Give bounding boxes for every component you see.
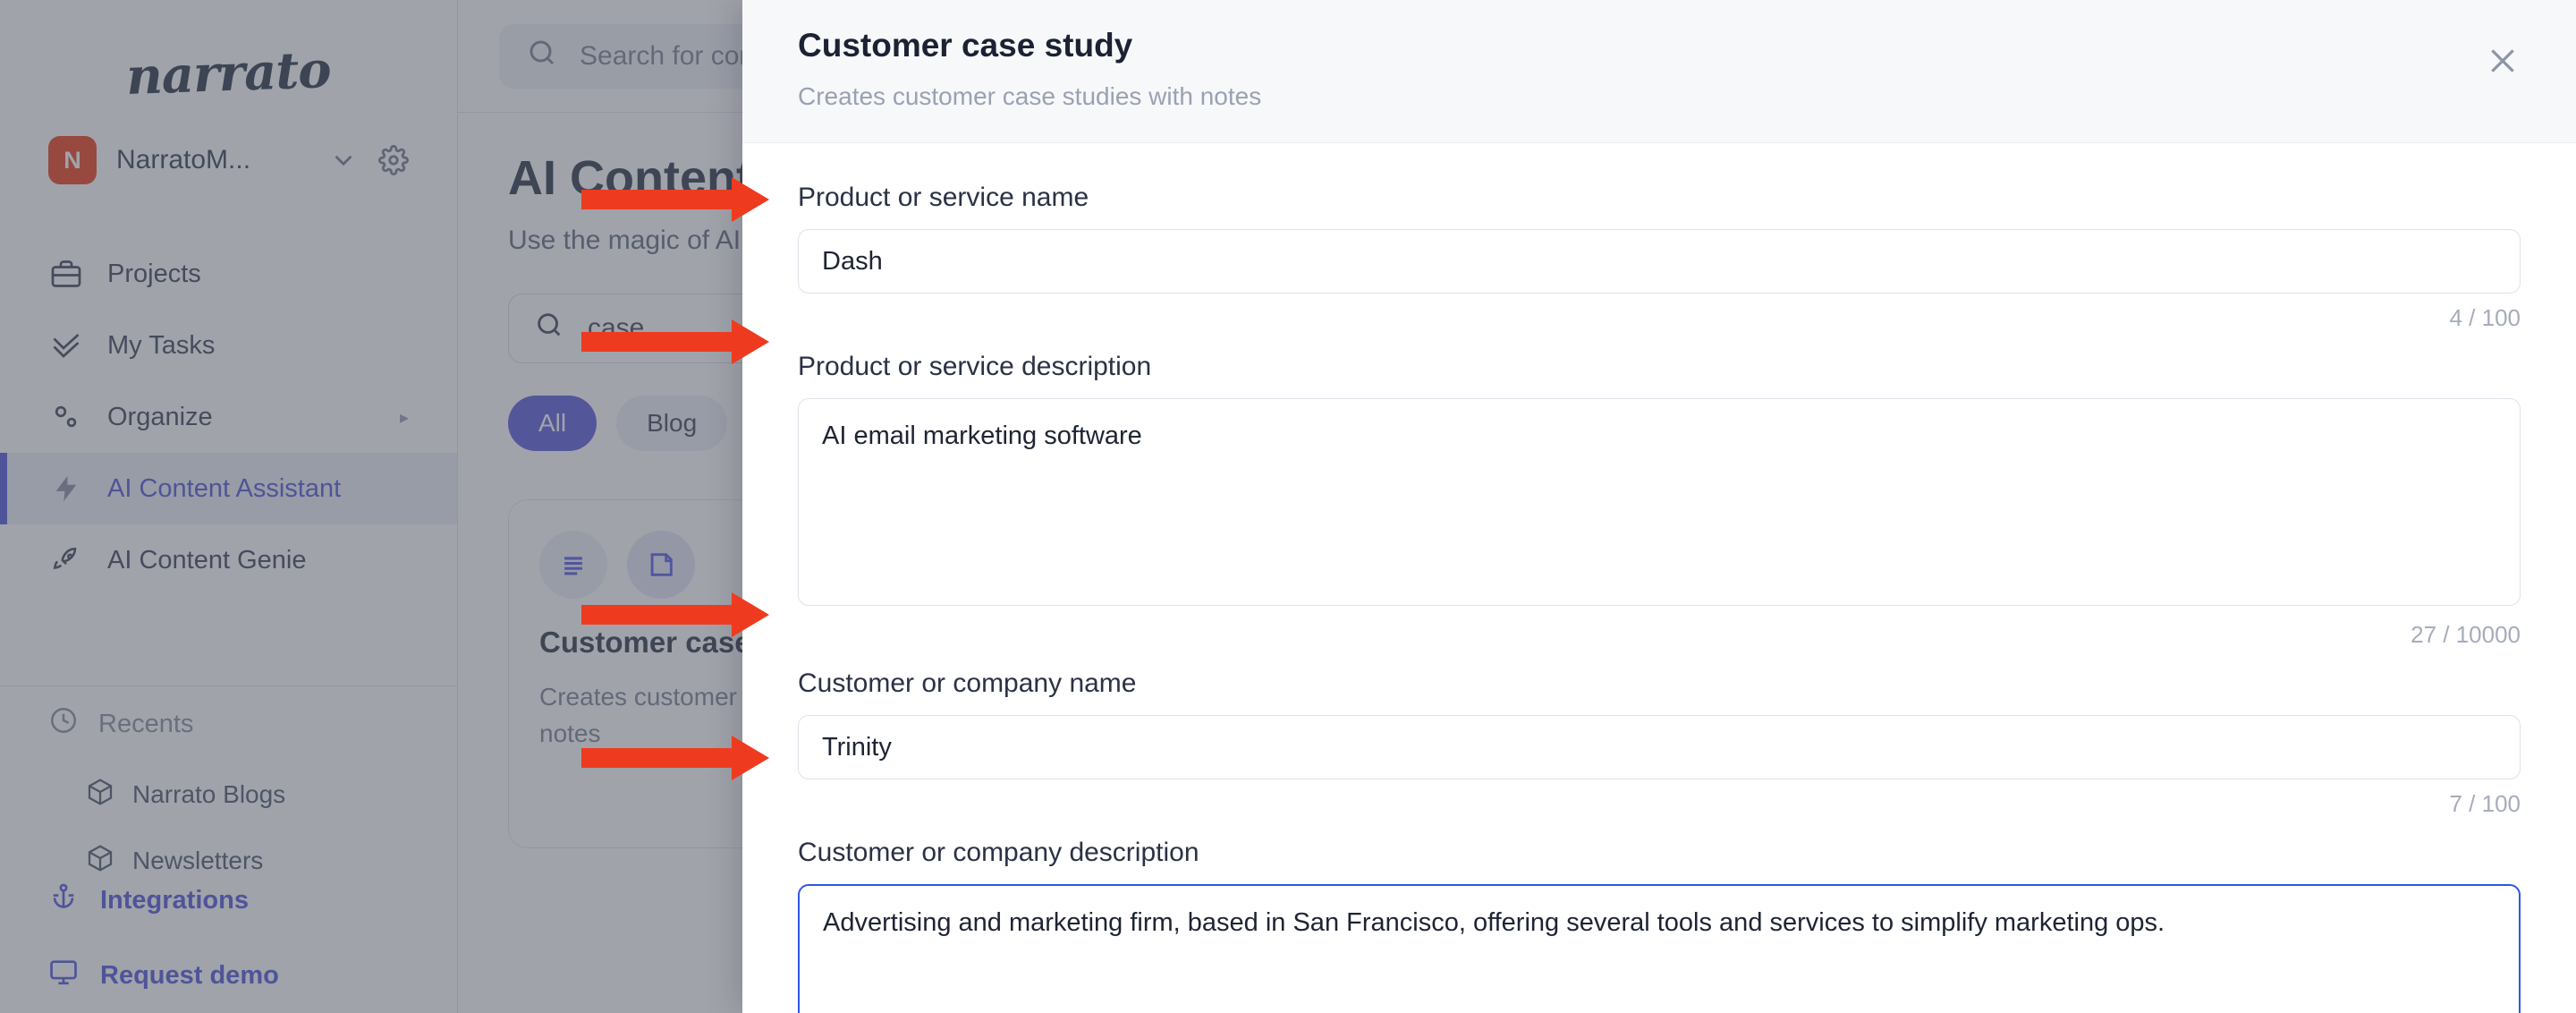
- recents-label: Recents: [98, 709, 194, 738]
- sidebar-item-label: Projects: [107, 259, 201, 288]
- clock-icon: [48, 705, 79, 743]
- annotation-arrow-4: [581, 736, 769, 780]
- double-check-icon: [48, 329, 84, 362]
- chevron-right-icon[interactable]: ▸: [400, 406, 409, 429]
- sidebar-item-ai-content-genie[interactable]: AI Content Genie: [0, 524, 457, 596]
- screen: narrato N NarratoM... Projects My Tasks …: [0, 0, 2576, 1013]
- modal-header: Customer case study Creates customer cas…: [742, 0, 2576, 143]
- sidebar-item-my-tasks[interactable]: My Tasks: [0, 310, 457, 381]
- customer-case-study-modal: Customer case study Creates customer cas…: [742, 0, 2576, 1013]
- sidebar-item-integrations[interactable]: Integrations: [0, 863, 457, 938]
- sidebar-nav: Projects My Tasks Organize ▸ AI Content …: [0, 238, 457, 596]
- briefcase-icon: [48, 258, 84, 290]
- sidebar-bottom: Integrations Request demo: [0, 863, 457, 1013]
- sidebar-item-label: AI Content Genie: [107, 545, 307, 575]
- product-or-service-name-input[interactable]: [798, 229, 2521, 294]
- annotation-arrow-3: [581, 592, 769, 637]
- modal-body: Product or service name 4 / 100 Product …: [742, 143, 2576, 1013]
- annotation-arrow-2: [581, 319, 769, 364]
- recents-header: Recents: [0, 686, 457, 762]
- rocket-icon: [48, 545, 84, 575]
- field-label: Customer or company name: [798, 668, 1137, 698]
- recent-item-label: Narrato Blogs: [132, 780, 286, 808]
- customer-or-company-name-input[interactable]: [798, 715, 2521, 779]
- search-icon: [526, 37, 558, 76]
- monitor-icon: [48, 957, 79, 994]
- sidebar-item-projects[interactable]: Projects: [0, 238, 457, 310]
- anchor-icon: [48, 881, 79, 919]
- field-label: Customer or company description: [798, 838, 1199, 867]
- field-customer-or-company-description: Customer or company description 118 / 10…: [798, 838, 2521, 1013]
- field-product-or-service-description: Product or service description 27 / 1000…: [798, 352, 2521, 649]
- workspace-avatar: N: [48, 136, 97, 184]
- recent-item-narrato-blogs[interactable]: Narrato Blogs: [0, 762, 457, 828]
- close-icon[interactable]: [2476, 34, 2529, 88]
- char-counter: 27 / 10000: [2411, 621, 2521, 648]
- lightning-icon: [48, 473, 84, 504]
- sidebar-item-label: Request demo: [100, 960, 279, 990]
- modal-subtitle: Creates customer case studies with notes: [798, 82, 1262, 110]
- sidebar: narrato N NarratoM... Projects My Tasks …: [0, 0, 458, 1013]
- list-icon: [539, 531, 607, 599]
- cube-icon: [86, 778, 114, 813]
- search-icon: [534, 310, 564, 347]
- sidebar-item-label: My Tasks: [107, 330, 216, 360]
- modal-title: Customer case study: [798, 27, 1133, 64]
- char-counter: 4 / 100: [2449, 304, 2521, 331]
- sidebar-item-ai-content-assistant[interactable]: AI Content Assistant: [0, 453, 457, 524]
- sidebar-item-label: AI Content Assistant: [107, 473, 342, 503]
- gear-icon[interactable]: [378, 145, 409, 175]
- workspace-name: NarratoM...: [116, 145, 251, 175]
- field-customer-or-company-name: Customer or company name 7 / 100: [798, 668, 2521, 818]
- product-or-service-description-textarea[interactable]: [798, 398, 2521, 606]
- sidebar-item-request-demo[interactable]: Request demo: [0, 938, 457, 1013]
- gears-icon: [48, 401, 84, 433]
- note-icon: [627, 531, 695, 599]
- filter-chip-blog[interactable]: Blog: [616, 396, 728, 451]
- sidebar-item-organize[interactable]: Organize ▸: [0, 381, 457, 453]
- customer-or-company-description-textarea[interactable]: [798, 884, 2521, 1013]
- field-label: Product or service description: [798, 352, 1152, 381]
- workspace-switcher[interactable]: N NarratoM...: [0, 122, 457, 199]
- field-label: Product or service name: [798, 183, 1089, 212]
- chevron-down-icon[interactable]: [328, 145, 359, 175]
- field-product-or-service-name: Product or service name 4 / 100: [798, 183, 2521, 332]
- annotation-arrow-1: [581, 177, 769, 222]
- char-counter: 7 / 100: [2449, 790, 2521, 817]
- sidebar-item-label: Integrations: [100, 885, 249, 915]
- brand-name: narrato: [125, 40, 332, 106]
- brand-logo[interactable]: narrato: [0, 25, 457, 122]
- sidebar-item-label: Organize: [107, 402, 213, 431]
- filter-chip-all[interactable]: All: [508, 396, 597, 451]
